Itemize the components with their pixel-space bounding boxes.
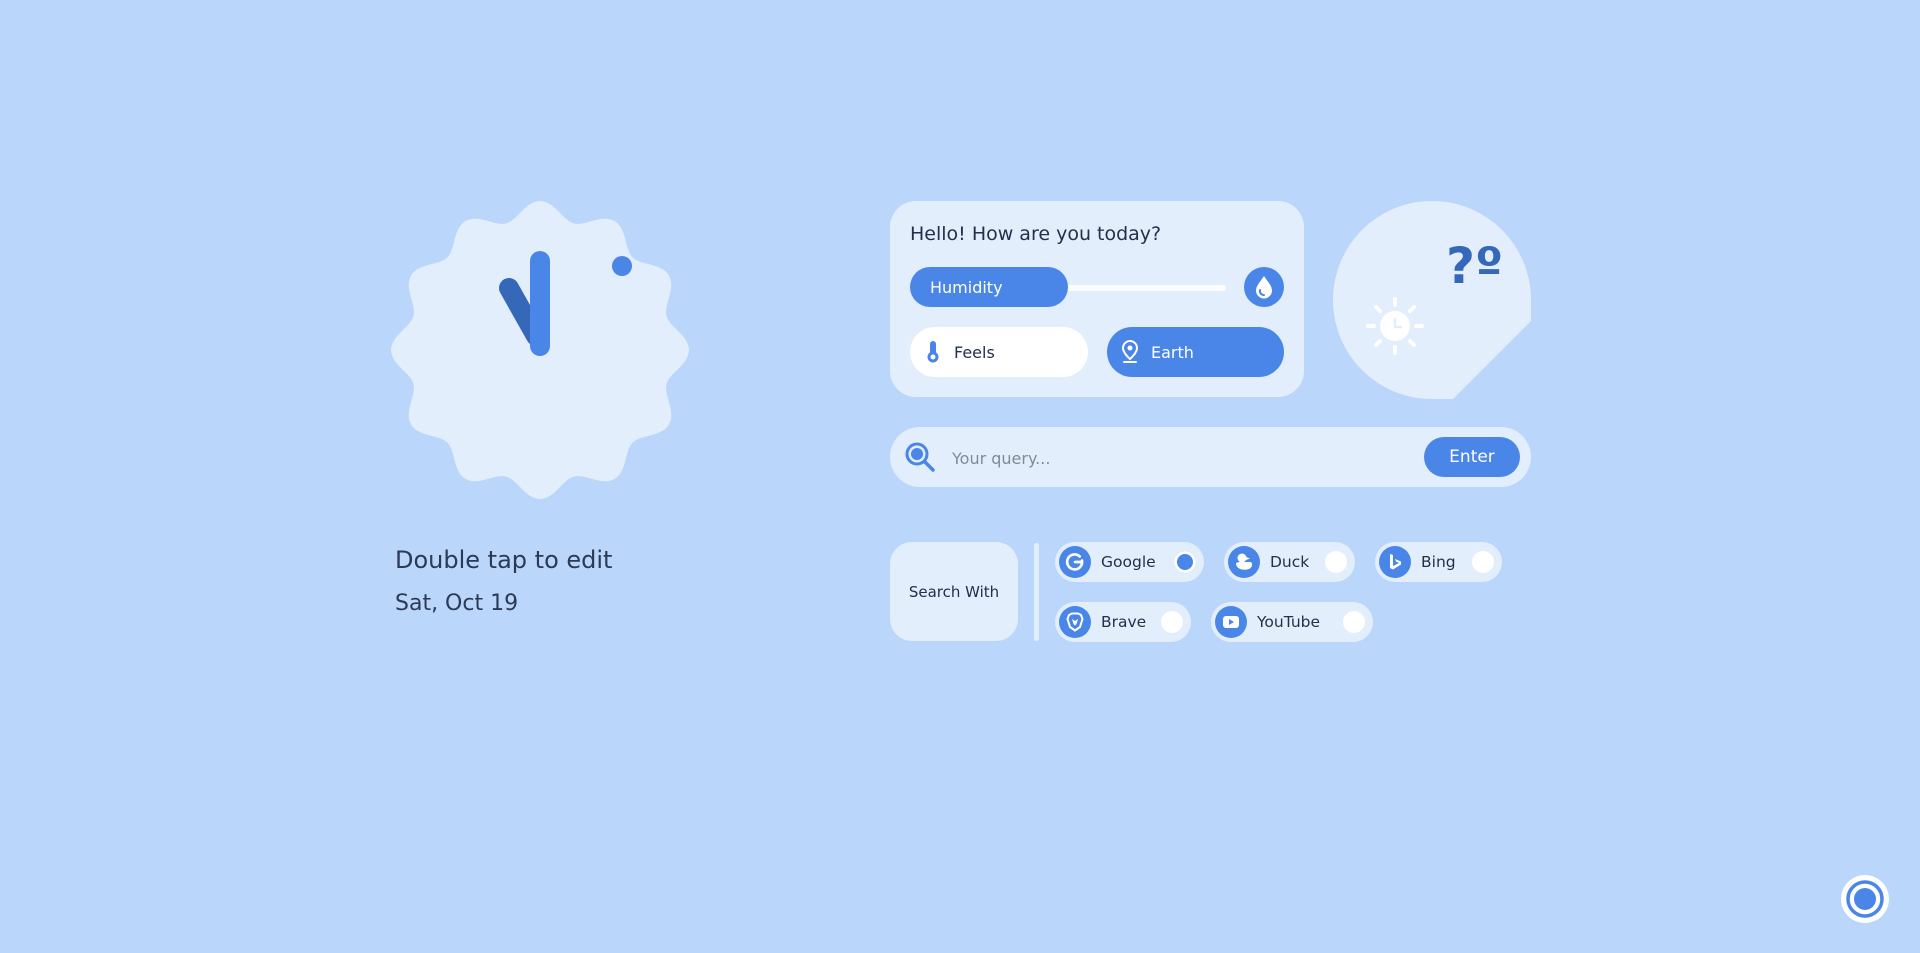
date-text: Sat, Oct 19 xyxy=(395,591,519,616)
divider xyxy=(1034,543,1039,641)
engine-name: YouTube xyxy=(1257,613,1321,631)
bing-icon xyxy=(1379,546,1411,578)
google-icon xyxy=(1059,546,1091,578)
temperature-value: ?º xyxy=(1446,237,1503,295)
engine-radio[interactable] xyxy=(1343,611,1365,633)
location-button[interactable]: Earth xyxy=(1107,327,1284,377)
engine-radio[interactable] xyxy=(1472,551,1494,573)
weather-card: Hello! How are you today? Humidity Feels… xyxy=(890,201,1304,397)
feels-label: Feels xyxy=(954,342,995,362)
brave-icon xyxy=(1059,606,1091,638)
feels-like-button[interactable]: Feels xyxy=(910,327,1088,377)
water-drop-icon xyxy=(1256,276,1272,299)
location-label: Earth xyxy=(1151,342,1194,362)
duck-icon xyxy=(1228,546,1260,578)
greeting-text: Hello! How are you today? xyxy=(910,223,1162,245)
humidity-label: Humidity xyxy=(930,277,1003,297)
engine-youtube[interactable]: YouTube xyxy=(1211,602,1373,642)
search-bar: Enter xyxy=(890,427,1531,487)
thermometer-icon xyxy=(927,341,939,363)
search-with-label: Search With xyxy=(890,542,1018,641)
engine-name: Bing xyxy=(1421,553,1456,571)
engine-radio-selected[interactable] xyxy=(1174,551,1196,573)
engine-name: Google xyxy=(1101,553,1156,571)
humidity-bar[interactable]: Humidity xyxy=(910,267,1068,307)
search-icon[interactable] xyxy=(904,441,936,473)
engine-duck[interactable]: Duck xyxy=(1224,542,1355,582)
engine-brave[interactable]: Brave xyxy=(1055,602,1191,642)
analog-clock[interactable] xyxy=(388,198,692,502)
engine-radio[interactable] xyxy=(1325,551,1347,573)
location-pin-icon xyxy=(1121,340,1139,363)
temperature-widget[interactable]: ?º xyxy=(1333,201,1531,399)
engine-google[interactable]: Google xyxy=(1055,542,1204,582)
engine-name: Duck xyxy=(1270,553,1310,571)
enter-button[interactable]: Enter xyxy=(1424,437,1520,477)
settings-fab-button[interactable] xyxy=(1841,875,1889,923)
temperature-blob: ?º xyxy=(1333,201,1531,399)
engine-bing[interactable]: Bing xyxy=(1375,542,1502,582)
engine-name: Brave xyxy=(1101,613,1147,631)
edit-hint: Double tap to edit xyxy=(395,546,613,574)
target-icon xyxy=(1846,880,1884,918)
youtube-icon xyxy=(1215,606,1247,638)
search-input[interactable] xyxy=(950,437,1424,479)
clock-face xyxy=(391,201,689,499)
second-dot xyxy=(612,256,632,276)
humidity-drop-button[interactable] xyxy=(1244,267,1284,307)
engine-radio[interactable] xyxy=(1161,611,1183,633)
